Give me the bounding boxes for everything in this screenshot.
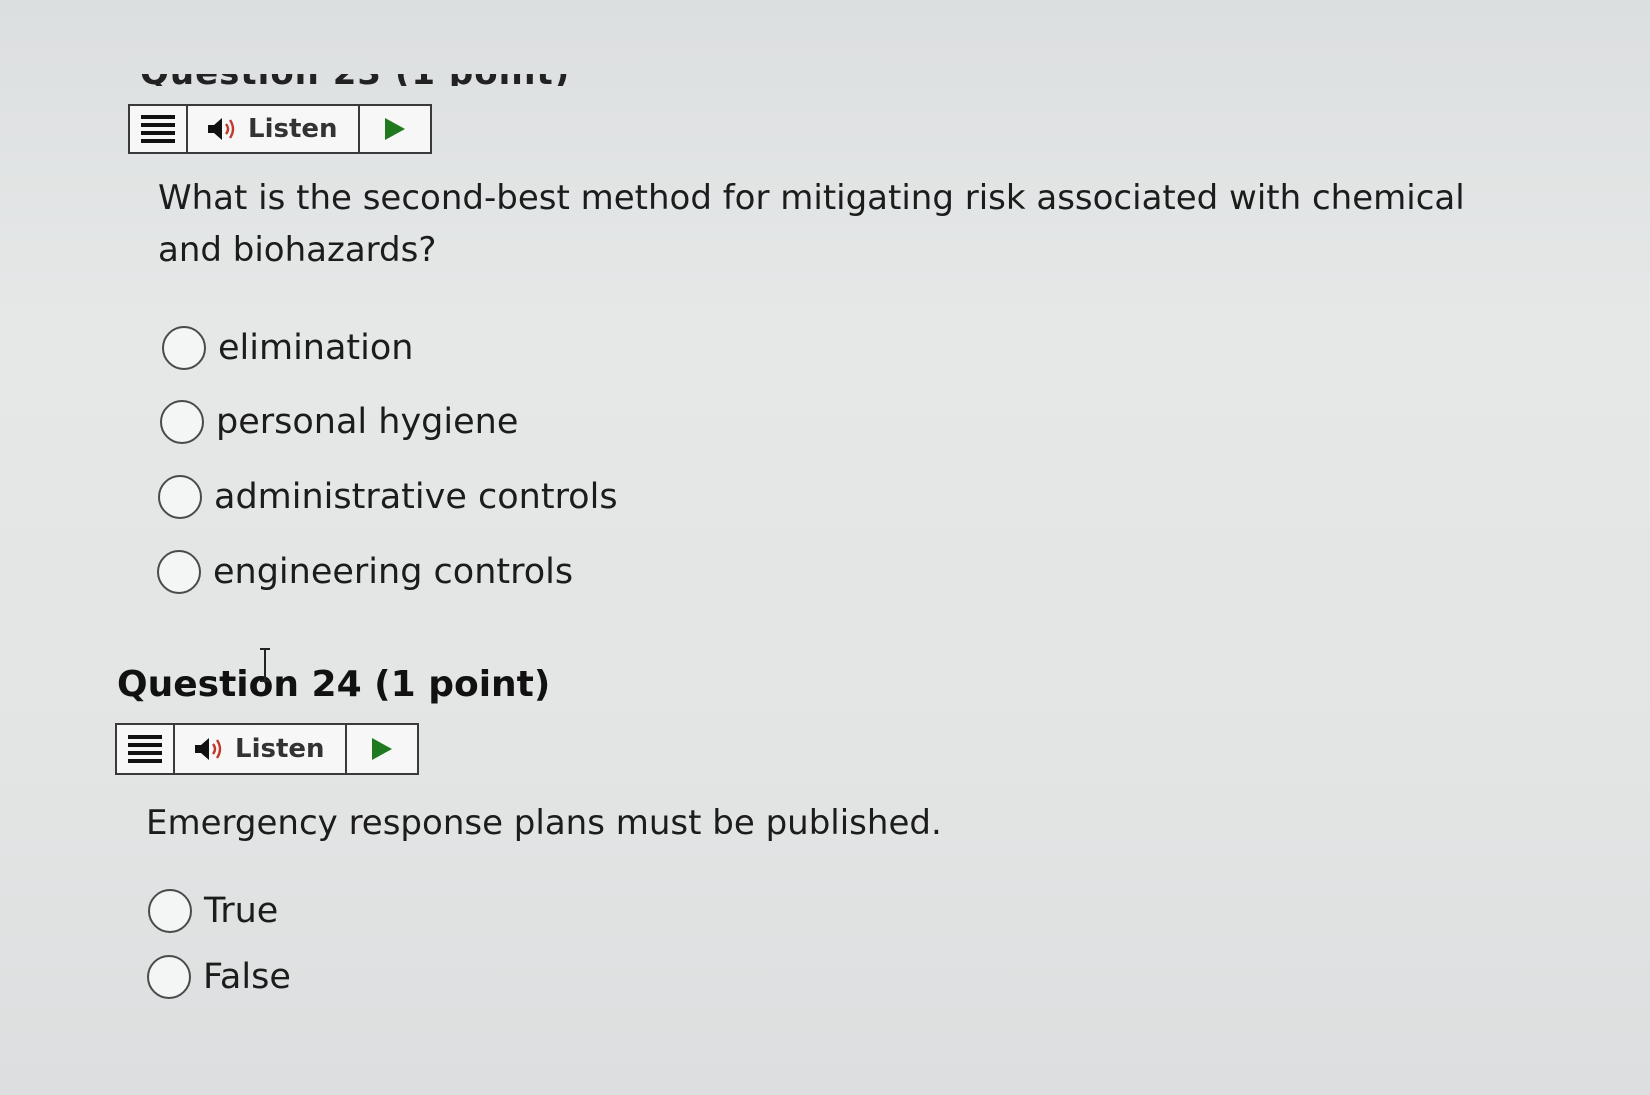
listen-label: Listen: [235, 734, 325, 764]
hamburger-menu-icon[interactable]: [130, 106, 188, 152]
play-button[interactable]: [360, 106, 430, 152]
radio-button[interactable]: [157, 550, 201, 594]
question-23-heading: Question 23 (1 point): [140, 56, 571, 86]
question-24-prompt: Emergency response plans must be publish…: [146, 803, 942, 843]
option-label: elimination: [218, 328, 414, 368]
play-button[interactable]: [347, 725, 417, 773]
question-24-listen-toolbar: Listen: [115, 723, 419, 775]
text-cursor-icon: [260, 648, 270, 682]
speaker-icon: [193, 736, 225, 762]
option-label: personal hygiene: [216, 402, 519, 442]
option-engineering-controls[interactable]: engineering controls: [157, 550, 573, 594]
speaker-icon: [206, 116, 238, 142]
radio-button[interactable]: [148, 889, 192, 933]
radio-button[interactable]: [160, 400, 204, 444]
option-elimination[interactable]: elimination: [162, 326, 413, 370]
hamburger-menu-icon[interactable]: [117, 725, 175, 773]
option-administrative-controls[interactable]: administrative controls: [158, 475, 618, 519]
option-true[interactable]: True: [148, 889, 278, 933]
option-label: False: [203, 957, 291, 997]
option-label: administrative controls: [214, 477, 618, 517]
question-points: (1 point): [374, 664, 551, 705]
question-23-prompt: What is the second-best method for mitig…: [158, 178, 1465, 270]
radio-button[interactable]: [158, 475, 202, 519]
option-label: True: [204, 891, 279, 931]
listen-label: Listen: [248, 114, 338, 144]
question-23-listen-toolbar: Listen: [128, 104, 432, 154]
option-personal-hygiene[interactable]: personal hygiene: [160, 400, 518, 444]
radio-button[interactable]: [162, 326, 206, 370]
listen-button[interactable]: Listen: [175, 725, 347, 773]
option-label: engineering controls: [213, 552, 574, 592]
play-icon: [371, 738, 392, 760]
option-false[interactable]: False: [147, 955, 291, 999]
play-icon: [384, 118, 405, 140]
listen-button[interactable]: Listen: [188, 106, 360, 152]
question-24-heading: Question 24 (1 point): [117, 664, 550, 705]
radio-button[interactable]: [147, 955, 191, 999]
question-number: Question 24: [117, 664, 362, 705]
